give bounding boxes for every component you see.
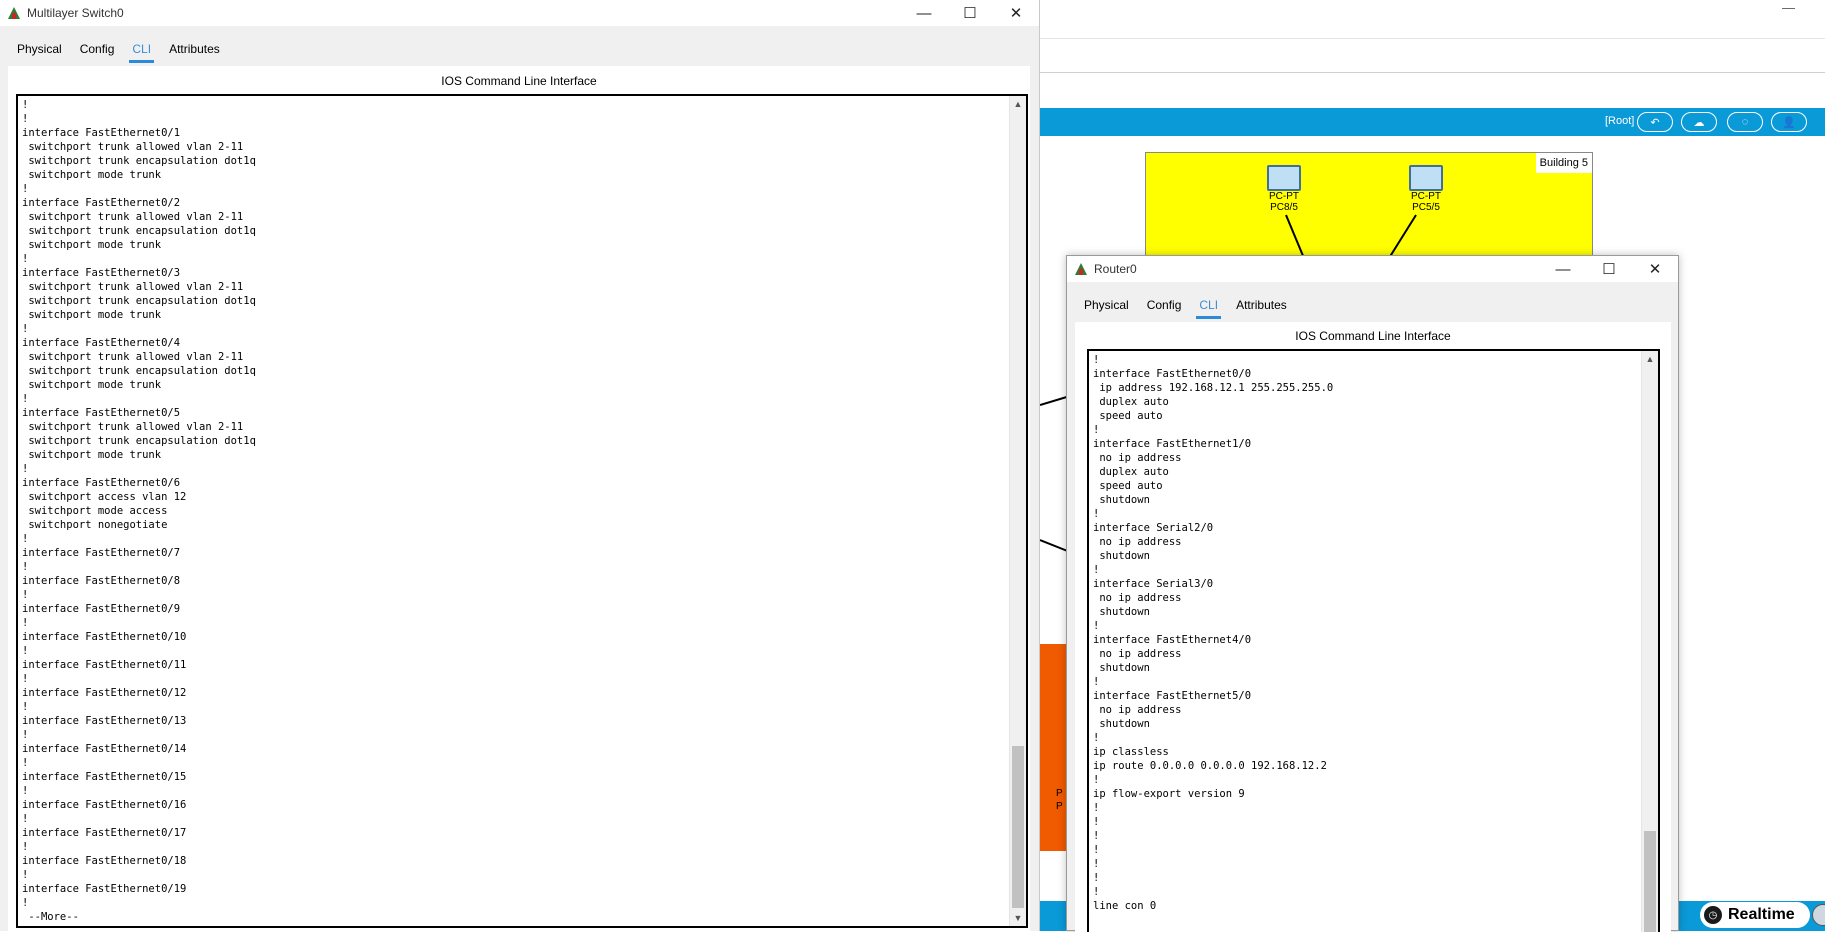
- tab-attributes[interactable]: Attributes: [1227, 294, 1296, 316]
- packet-tracer-icon: [6, 5, 22, 21]
- minimize-button[interactable]: —: [1540, 256, 1586, 282]
- tab-physical[interactable]: Physical: [8, 38, 71, 60]
- cli-output: ! ! interface FastEthernet0/1 switchport…: [22, 99, 256, 923]
- maximize-button[interactable]: ☐: [1586, 256, 1632, 282]
- scroll-thumb[interactable]: [1644, 831, 1656, 932]
- panel-title: IOS Command Line Interface: [441, 74, 597, 88]
- user-icon[interactable]: 👤: [1771, 112, 1807, 132]
- switch-window: Multilayer Switch0 — ☐ ✕ Physical Config…: [0, 0, 1040, 931]
- vertical-scrollbar[interactable]: ▲ ▼: [1009, 96, 1026, 926]
- window-title: Multilayer Switch0: [27, 6, 124, 20]
- maximize-button[interactable]: ☐: [947, 0, 993, 26]
- cli-terminal[interactable]: ! interface FastEthernet0/0 ip address 1…: [1087, 349, 1660, 932]
- cli-output: ! interface FastEthernet0/0 ip address 1…: [1093, 354, 1334, 912]
- cli-terminal[interactable]: ! ! interface FastEthernet0/1 switchport…: [16, 94, 1028, 928]
- root-label[interactable]: [Root]: [1605, 115, 1634, 127]
- scroll-thumb[interactable]: [1012, 746, 1024, 908]
- close-button[interactable]: ✕: [1632, 256, 1678, 282]
- orange-zone: P P: [1040, 644, 1068, 851]
- scroll-down-icon[interactable]: ▼: [1010, 910, 1026, 926]
- router-titlebar: Router0 — ☐ ✕: [1067, 256, 1678, 282]
- back-icon[interactable]: ↶: [1637, 112, 1673, 132]
- bg-divider: [1040, 72, 1825, 73]
- cloud-icon[interactable]: ☁: [1681, 112, 1717, 132]
- bg-title-controls: —: [1782, 0, 1795, 15]
- link-lines: [1285, 214, 1417, 263]
- cluster-icon[interactable]: ◌: [1727, 112, 1763, 132]
- vertical-scrollbar[interactable]: ▲: [1641, 351, 1658, 932]
- cli-panel: IOS Command Line Interface ! ! interface…: [8, 66, 1030, 931]
- realtime-label: Realtime: [1728, 906, 1795, 923]
- cli-panel: IOS Command Line Interface ! interface F…: [1075, 322, 1671, 932]
- router-tabs: Physical Config CLI Attributes: [1075, 294, 1296, 319]
- scroll-up-icon[interactable]: ▲: [1642, 351, 1658, 367]
- panel-title: IOS Command Line Interface: [1295, 329, 1451, 343]
- tab-config[interactable]: Config: [71, 38, 124, 60]
- tab-cli[interactable]: CLI: [123, 38, 160, 63]
- scroll-up-icon[interactable]: ▲: [1010, 96, 1026, 112]
- realtime-button[interactable]: ◷ Realtime: [1700, 902, 1810, 928]
- tab-cli[interactable]: CLI: [1190, 294, 1227, 319]
- packet-tracer-icon: [1073, 261, 1089, 277]
- partial-label: P: [1056, 788, 1063, 799]
- building-zone: Building 5 PC-PT PC8/5 PC-PT PC5/5: [1145, 152, 1593, 264]
- tab-config[interactable]: Config: [1138, 294, 1191, 316]
- clock-icon: ◷: [1704, 906, 1722, 924]
- workspace-toolbar: [Root] ↶ ☁ ◌ 👤: [1040, 108, 1825, 136]
- router-window: Router0 — ☐ ✕ Physical Config CLI Attrib…: [1066, 255, 1679, 932]
- bg-divider: [1040, 38, 1825, 39]
- switch-titlebar: Multilayer Switch0 — ☐ ✕: [0, 0, 1039, 26]
- partial-label: P: [1056, 801, 1063, 812]
- tab-attributes[interactable]: Attributes: [160, 38, 229, 60]
- window-title: Router0: [1094, 262, 1137, 276]
- minimize-button[interactable]: —: [901, 0, 947, 26]
- tab-physical[interactable]: Physical: [1075, 294, 1138, 316]
- close-button[interactable]: ✕: [993, 0, 1039, 26]
- switch-tabs: Physical Config CLI Attributes: [8, 38, 229, 63]
